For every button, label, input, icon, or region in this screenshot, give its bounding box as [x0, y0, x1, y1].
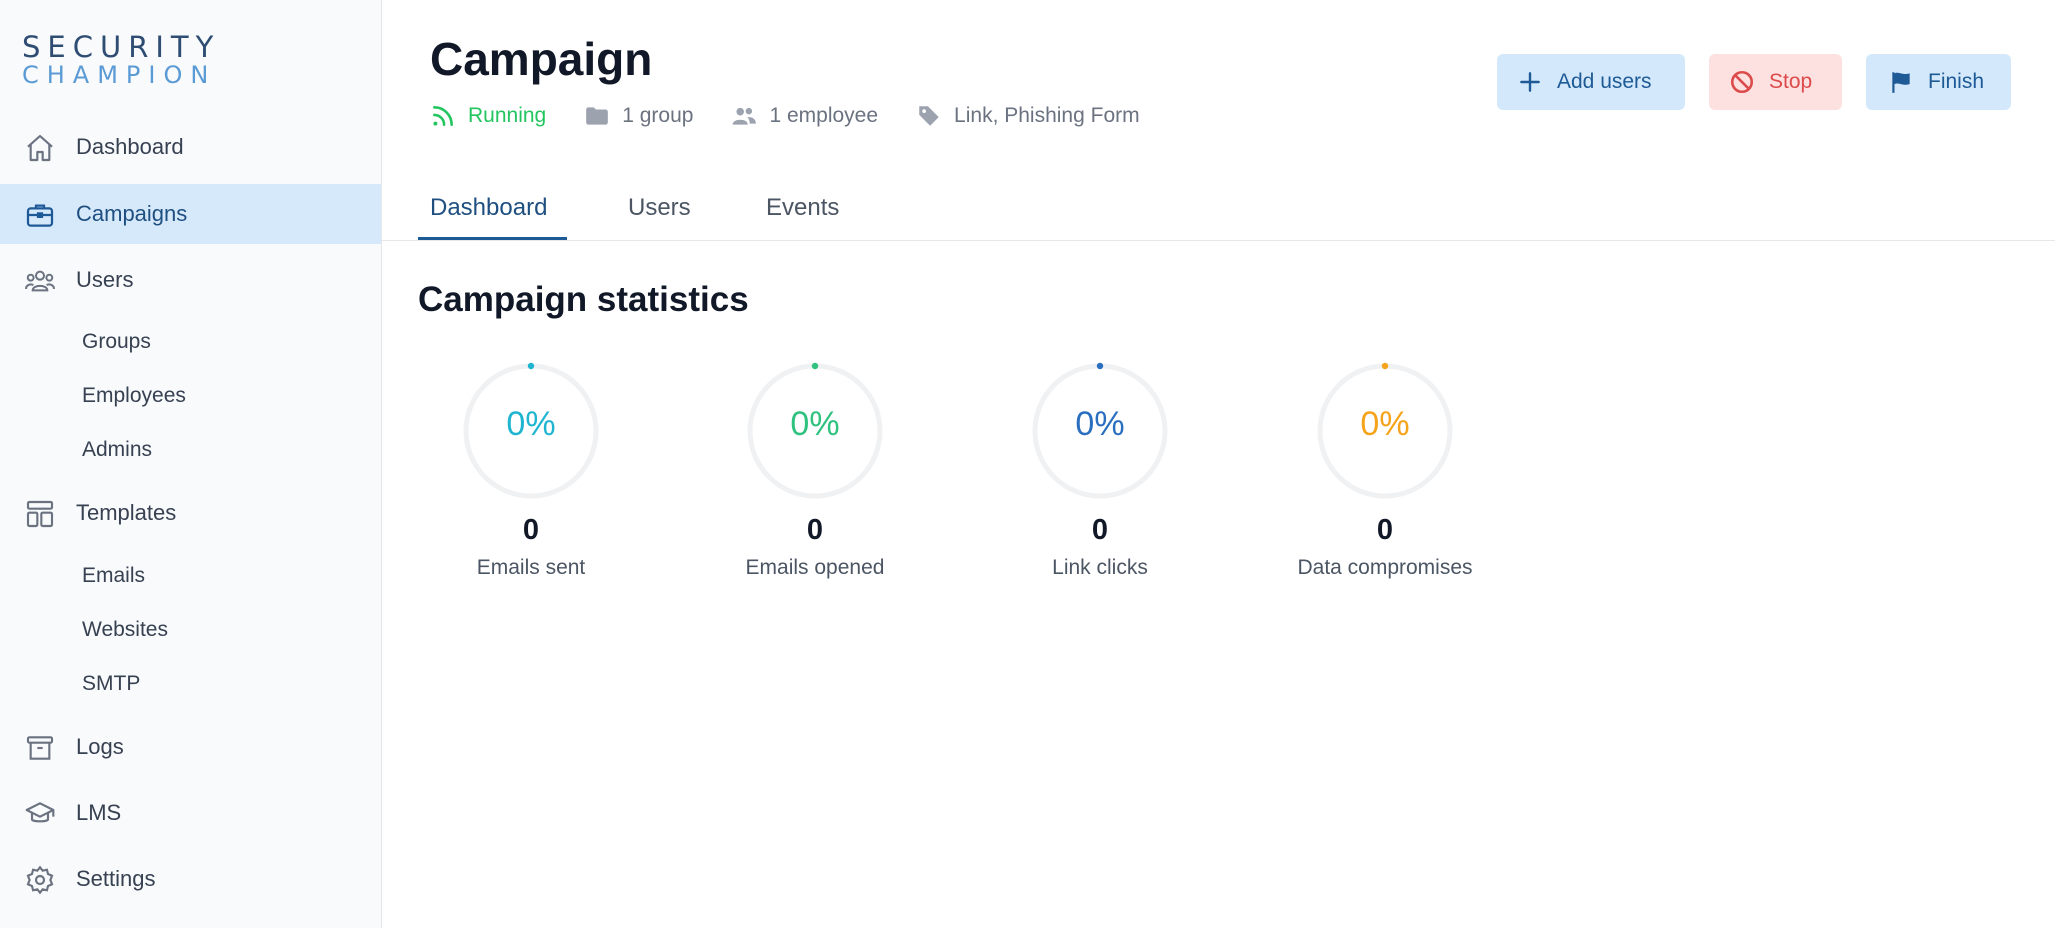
- folder-icon: [586, 107, 609, 125]
- tab-users[interactable]: Users: [628, 194, 691, 240]
- logo-line-1: SECURITY: [22, 30, 221, 64]
- campaign-tags-text: Link, Phishing Form: [954, 104, 1140, 127]
- graduation-cap-icon: [24, 798, 56, 830]
- rss-icon: [433, 106, 453, 126]
- sidebar-item-label: Employees: [82, 384, 186, 407]
- campaign-statistics-title: Campaign statistics: [418, 280, 749, 319]
- users-icon: [24, 265, 56, 297]
- stat-percent: 0%: [506, 405, 556, 443]
- campaign-tabs: Dashboard Users Events: [382, 180, 2055, 241]
- stat-emails-opened: 0% 0 Emails opened: [705, 362, 925, 582]
- sidebar-item-label: Websites: [82, 618, 168, 641]
- sidebar-item-websites[interactable]: Websites: [0, 608, 381, 652]
- tag-icon: [919, 106, 939, 126]
- stat-count: 0: [1091, 514, 1109, 546]
- sidebar-item-emails[interactable]: Emails: [0, 554, 381, 598]
- sidebar-item-label: Emails: [82, 564, 146, 587]
- sidebar-item-label: Admins: [82, 438, 153, 461]
- employee-count-text: 1 employee: [769, 104, 879, 127]
- sidebar-item-label: Campaigns: [76, 201, 188, 226]
- campaign-meta: Running 1 group 1 employee Link, Phishin…: [430, 100, 1178, 132]
- sidebar-item-label: Users: [76, 267, 134, 292]
- ban-icon: [1730, 70, 1754, 94]
- stat-label: Link clicks: [1052, 556, 1148, 579]
- group-count-text: 1 group: [622, 104, 694, 127]
- sidebar-item-admins[interactable]: Admins: [0, 428, 381, 472]
- stat-count: 0: [1376, 514, 1394, 546]
- sidebar-item-settings[interactable]: Settings: [0, 849, 381, 909]
- stat-count: 0: [806, 514, 824, 546]
- stat-label: Emails opened: [745, 556, 885, 579]
- plus-icon: [1520, 72, 1540, 92]
- gear-icon: [24, 864, 56, 896]
- stat-emails-sent: 0% 0 Emails sent: [421, 362, 641, 582]
- templates-icon: [24, 498, 56, 530]
- sidebar-item-label: Settings: [76, 866, 156, 891]
- add-users-button[interactable]: Add users: [1497, 54, 1685, 110]
- stat-label: Emails sent: [476, 556, 586, 579]
- sidebar-item-logs[interactable]: Logs: [0, 717, 381, 777]
- page-title: Campaign: [430, 33, 653, 85]
- sidebar-item-label: Groups: [82, 330, 151, 353]
- stat-link-clicks: 0% 0 Link clicks: [990, 362, 1210, 582]
- active-tab-indicator: [418, 237, 567, 240]
- add-users-label: Add users: [1557, 70, 1652, 93]
- sidebar-item-employees[interactable]: Employees: [0, 374, 381, 418]
- sidebar-item-dashboard[interactable]: Dashboard: [0, 117, 381, 177]
- campaign-tags: Link, Phishing Form: [916, 103, 1140, 129]
- stop-label: Stop: [1769, 70, 1813, 93]
- briefcase-icon: [24, 199, 56, 231]
- sidebar-item-groups[interactable]: Groups: [0, 320, 381, 364]
- sidebar-item-campaigns[interactable]: Campaigns: [0, 184, 381, 244]
- sidebar: SECURITY CHAMPION Dashboard Campaigns Us…: [0, 0, 382, 928]
- stat-count: 0: [522, 514, 540, 546]
- sidebar-item-label: Dashboard: [76, 134, 184, 159]
- stat-percent: 0%: [1360, 405, 1410, 443]
- sidebar-item-label: Logs: [76, 734, 124, 759]
- finish-button[interactable]: Finish: [1866, 54, 2011, 110]
- tab-dashboard[interactable]: Dashboard: [430, 194, 547, 240]
- sidebar-item-label: LMS: [76, 800, 122, 825]
- finish-label: Finish: [1928, 70, 1985, 93]
- stat-data-compromises: 0% 0 Data compromises: [1275, 362, 1495, 582]
- sidebar-item-label: Templates: [76, 500, 177, 525]
- stat-percent: 0%: [790, 405, 840, 443]
- status-badge: Running: [430, 103, 546, 129]
- stat-percent: 0%: [1075, 405, 1125, 443]
- tab-events[interactable]: Events: [766, 194, 839, 240]
- status-text: Running: [468, 104, 547, 127]
- stat-label: Data compromises: [1297, 556, 1473, 579]
- sidebar-item-label: SMTP: [82, 672, 141, 695]
- people-icon: [733, 107, 757, 125]
- sidebar-item-lms[interactable]: LMS: [0, 783, 381, 843]
- sidebar-item-smtp[interactable]: SMTP: [0, 662, 381, 706]
- flag-icon: [1892, 72, 1910, 93]
- stop-button[interactable]: Stop: [1709, 54, 1842, 110]
- group-count: 1 group: [584, 103, 693, 129]
- sidebar-item-templates[interactable]: Templates: [0, 483, 381, 543]
- sidebar-item-users[interactable]: Users: [0, 250, 381, 310]
- home-icon: [24, 132, 56, 164]
- employee-count: 1 employee: [731, 103, 878, 129]
- archive-icon: [24, 732, 56, 764]
- security-champion-logo[interactable]: SECURITY CHAMPION: [22, 30, 221, 90]
- logo-line-2: CHAMPION: [22, 61, 217, 89]
